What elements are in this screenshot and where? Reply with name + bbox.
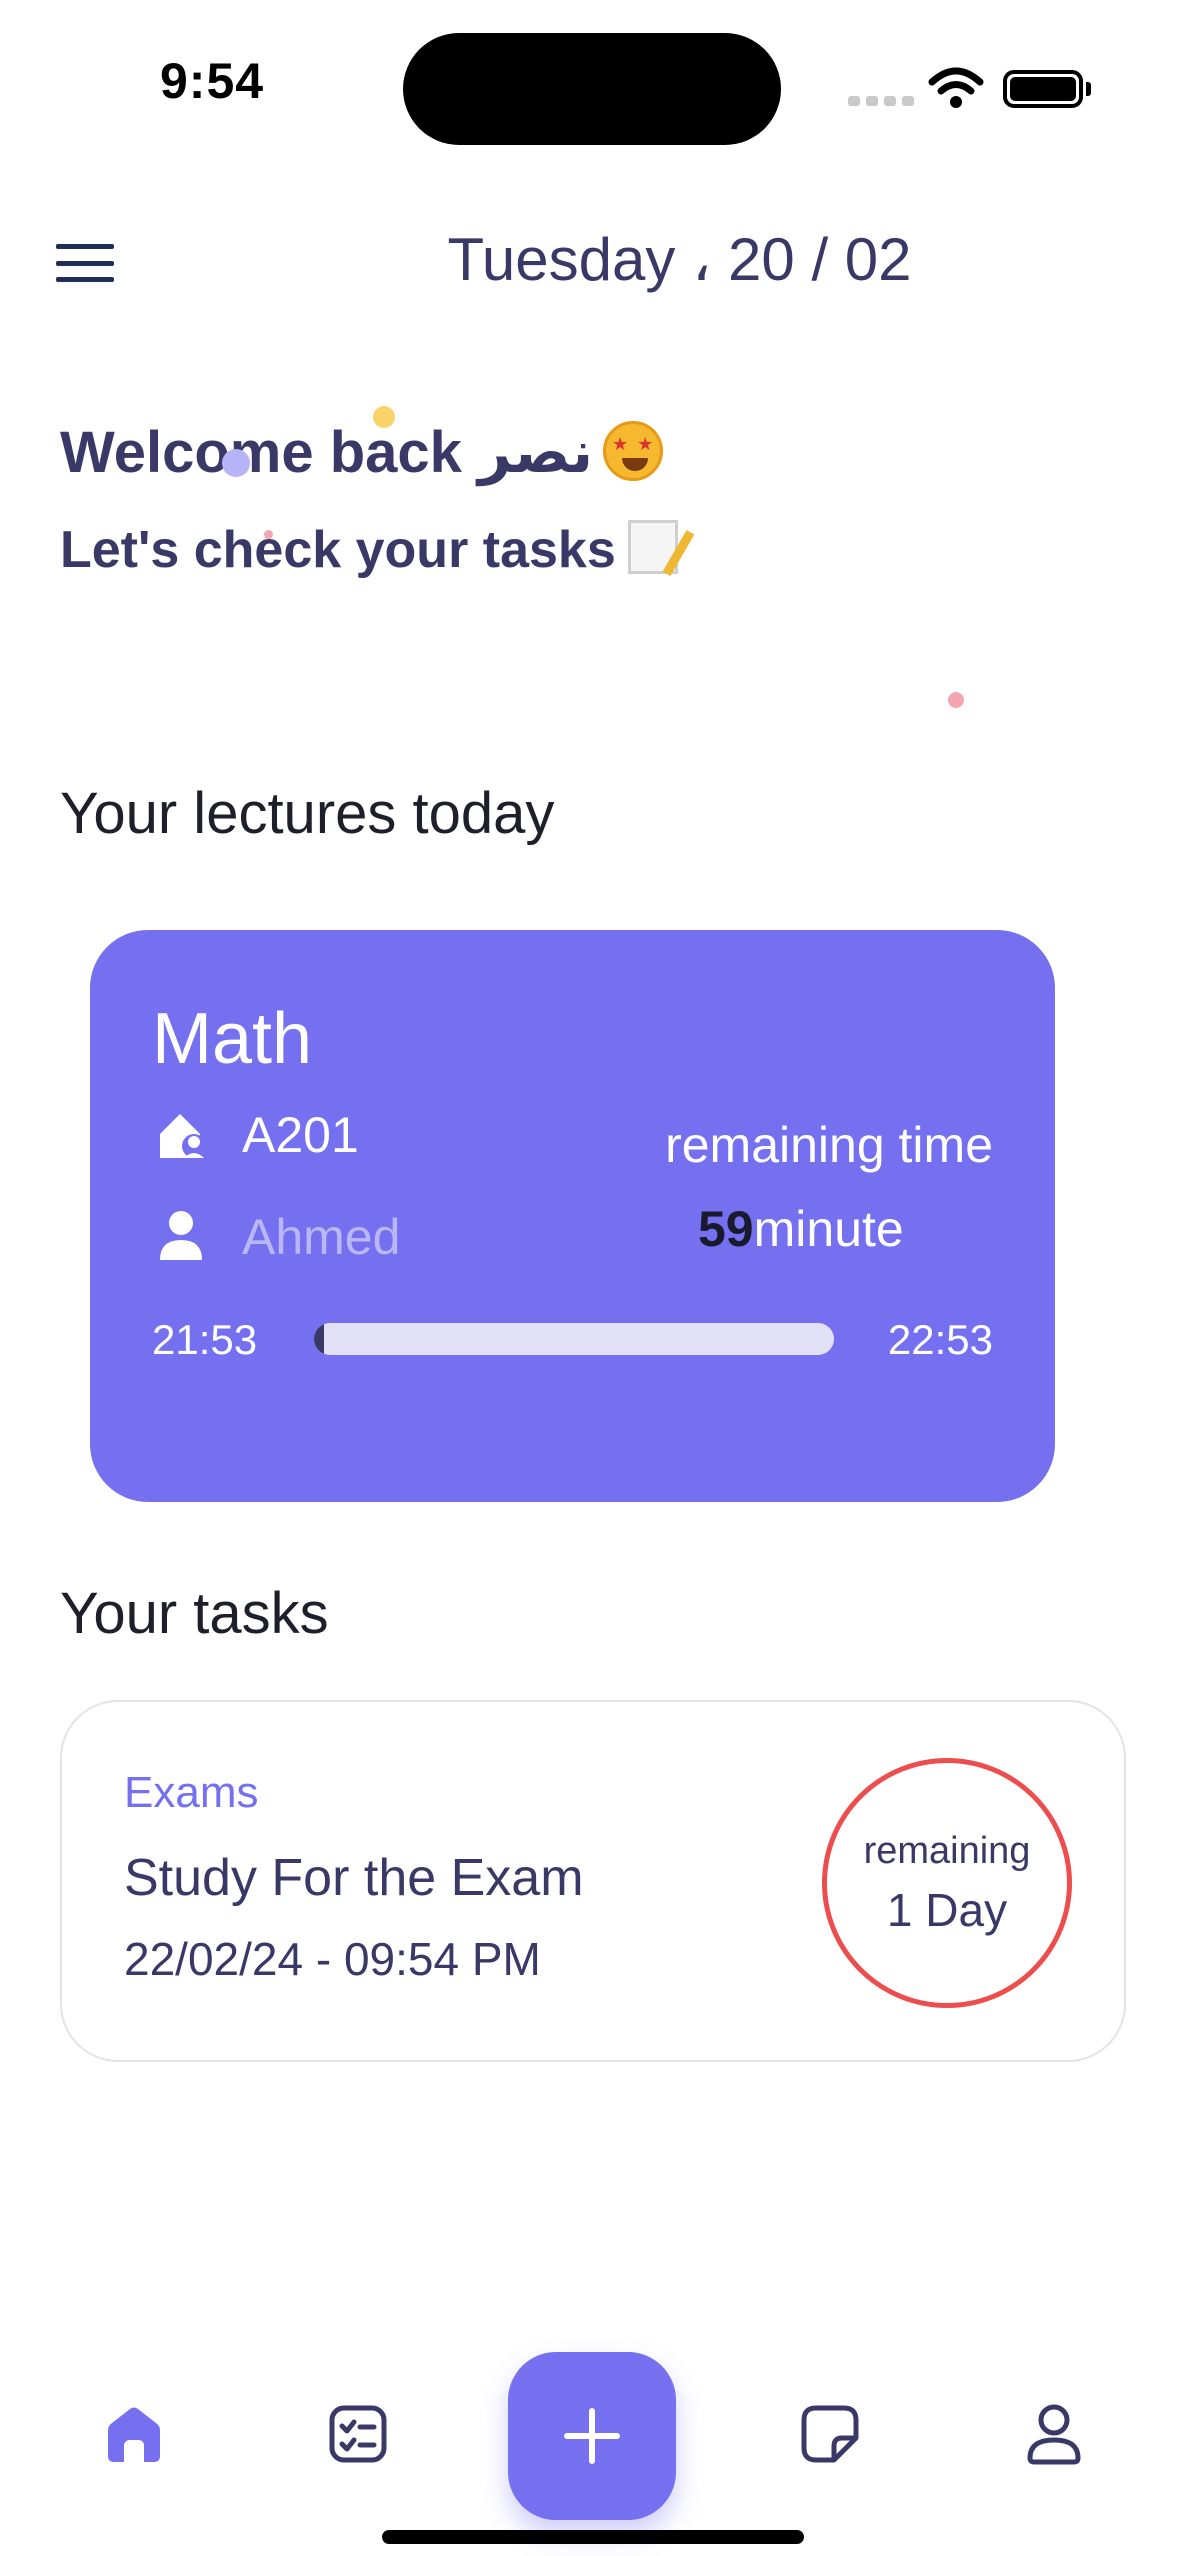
confetti-dot [264, 530, 273, 539]
remaining-minutes-unit: minute [753, 1201, 904, 1257]
home-screen: 9:54 Tuesday ، 20 / 02 Welcome back نصر … [0, 0, 1179, 2556]
task-card[interactable]: Exams Study For the Exam 22/02/24 - 09:5… [60, 1700, 1126, 2062]
task-remaining-value: 1 Day [886, 1883, 1008, 1936]
confetti-dot [948, 692, 964, 708]
add-button[interactable] [508, 2352, 676, 2520]
remaining-minutes-number: 59 [698, 1201, 754, 1257]
tasks-section-title: Your tasks [60, 1581, 329, 1646]
lecture-start-time: 21:53 [152, 1316, 258, 1363]
room-house-icon [160, 1114, 206, 1158]
task-title: Study For the Exam [124, 1849, 584, 1907]
profile-icon[interactable] [1022, 2402, 1086, 2466]
person-icon [160, 1211, 202, 1260]
lecture-teacher: Ahmed [242, 1209, 401, 1265]
welcome-heading: Welcome back نصر [60, 418, 664, 487]
star-struck-emoji-icon [603, 420, 664, 481]
subtitle-text: Let's check your tasks [60, 521, 616, 579]
subtitle-heading: Let's check your tasks [60, 520, 678, 580]
home-indicator [382, 2530, 804, 2544]
task-category: Exams [124, 1768, 259, 1817]
lecture-card[interactable]: Math A201 Ahmed remaining time 59minute … [90, 930, 1055, 1502]
battery-icon [1003, 70, 1083, 108]
lecture-subject: Math [152, 999, 313, 1079]
task-remaining-ring: remaining 1 Day [822, 1758, 1072, 2008]
task-due-date: 22/02/24 - 09:54 PM [124, 1933, 541, 1985]
header-date: Tuesday ، 20 / 02 [447, 226, 912, 293]
welcome-text: Welcome back نصر [60, 420, 594, 485]
confetti-dot [222, 449, 250, 477]
confetti-dot [373, 406, 395, 428]
wifi-icon [928, 67, 984, 108]
cellular-signal-icon [848, 96, 914, 106]
lecture-end-time: 22:53 [887, 1316, 993, 1363]
task-remaining-label: remaining [863, 1829, 1031, 1872]
lecture-room: A201 [242, 1107, 359, 1163]
tasks-checklist-icon[interactable] [326, 2402, 390, 2466]
status-time: 9:54 [160, 53, 265, 109]
memo-emoji-icon [627, 520, 678, 575]
dynamic-island [403, 33, 781, 145]
note-icon[interactable] [798, 2402, 862, 2466]
lectures-section-title: Your lectures today [60, 781, 555, 846]
remaining-time-label: remaining time [665, 1117, 993, 1173]
remaining-time-value: 59minute [698, 1200, 904, 1258]
home-icon[interactable] [102, 2402, 166, 2466]
lecture-progress-fill [314, 1323, 325, 1355]
lecture-progress-bar [314, 1323, 834, 1355]
battery-tip [1086, 82, 1091, 96]
